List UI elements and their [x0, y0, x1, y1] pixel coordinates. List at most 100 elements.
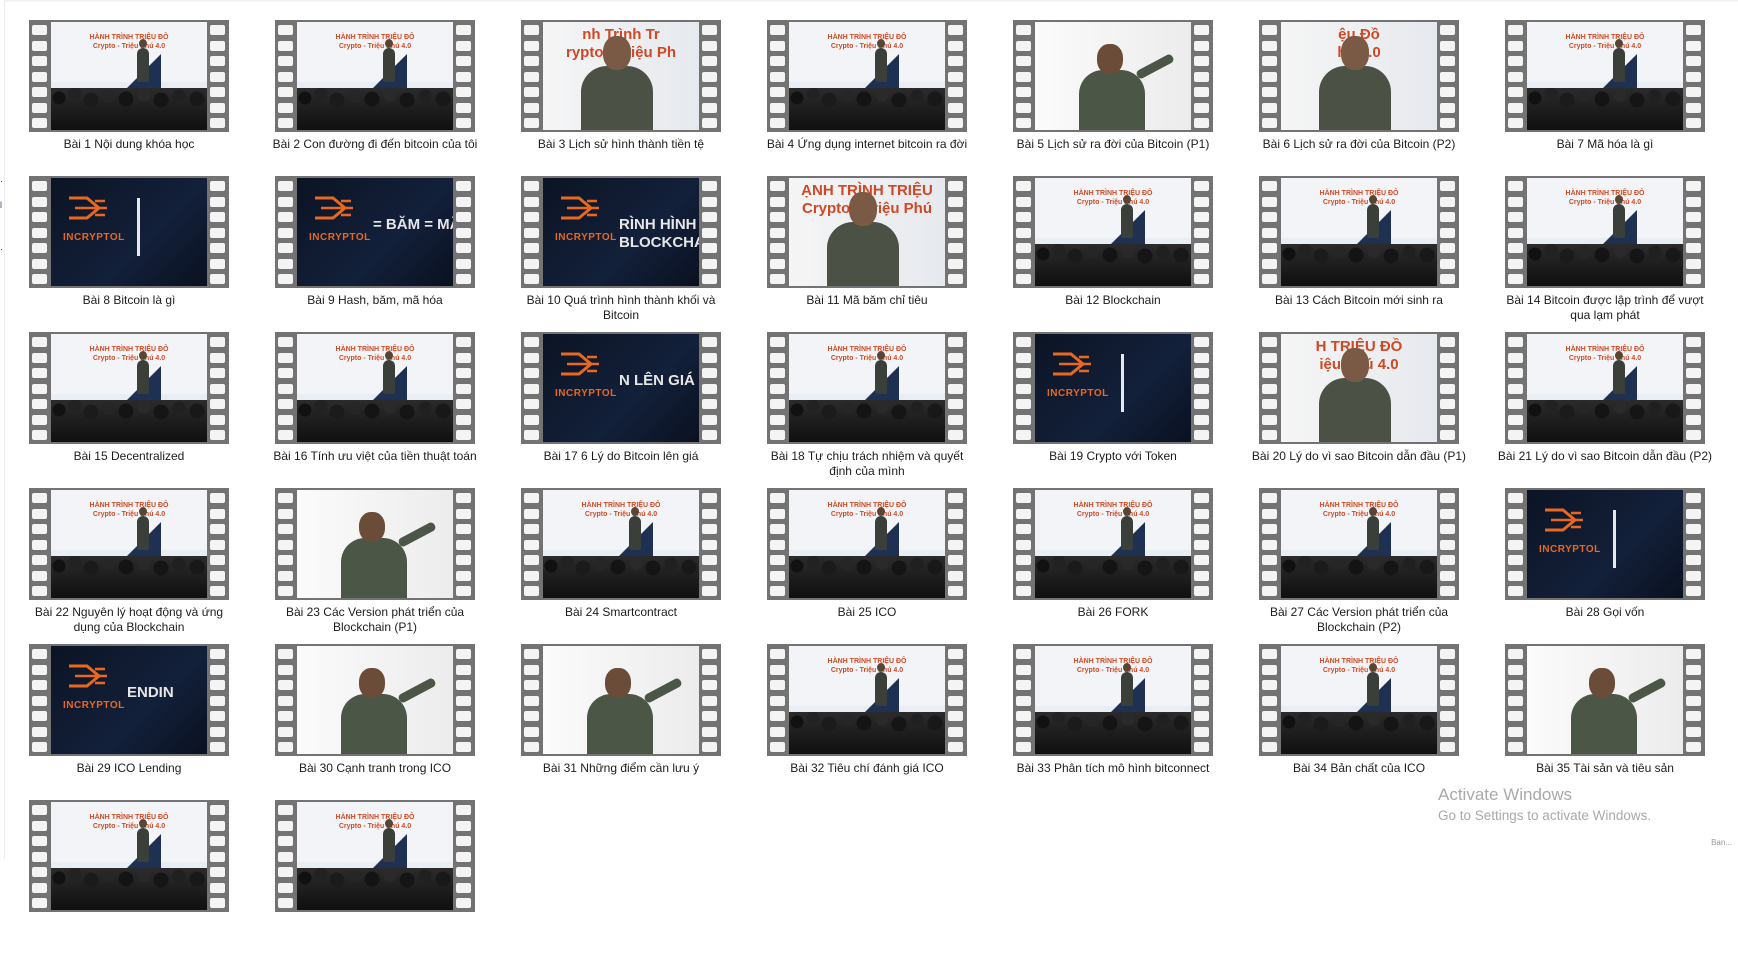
- video-thumbnail[interactable]: HÀNH TRÌNH TRIỆU ĐÔ Crypto - Triệu Phú 4.…: [275, 800, 475, 912]
- video-file-name[interactable]: Bài 21 Lý do vì sao Bitcoin dẫn đầu (P2): [1497, 449, 1713, 464]
- video-thumbnail[interactable]: HÀNH TRÌNH TRIỆU ĐÔ Crypto - Triệu Phú 4.…: [275, 20, 475, 132]
- video-file-name[interactable]: Bài 16 Tính ưu việt của tiền thuật toán: [267, 449, 483, 464]
- video-file-name[interactable]: Bài 3 Lịch sử hình thành tiền tệ: [513, 137, 729, 152]
- video-file-name[interactable]: Bài 17 6 Lý do Bitcoin lên giá: [513, 449, 729, 464]
- video-file-item[interactable]: HÀNH TRÌNH TRIỆU ĐÔ Crypto - Triệu Phú 4.…: [1259, 644, 1459, 800]
- video-file-item[interactable]: HÀNH TRÌNH TRIỆU ĐÔ Crypto - Triệu Phú 4.…: [273, 332, 477, 488]
- video-thumbnail[interactable]: HÀNH TRÌNH TRIỆU ĐÔ Crypto - Triệu Phú 4.…: [29, 800, 229, 912]
- video-file-name[interactable]: Bài 20 Lý do vì sao Bitcoin dẫn đầu (P1): [1251, 449, 1467, 464]
- video-thumbnail[interactable]: [275, 644, 475, 756]
- video-file-item[interactable]: INCRYPTOL N LÊN GIÁ Bài 17 6 Lý do Bitcoin…: [521, 332, 721, 488]
- video-file-item[interactable]: HÀNH TRÌNH TRIỆU ĐÔ Crypto - Triệu Phú 4.…: [29, 20, 229, 176]
- video-file-name[interactable]: Bài 4 Ứng dụng internet bitcoin ra đời: [759, 137, 975, 152]
- video-thumbnail[interactable]: HÀNH TRÌNH TRIỆU ĐÔ Crypto - Triệu Phú 4.…: [275, 332, 475, 444]
- video-file-item[interactable]: INCRYPTOL Bài 19 Crypto với Token: [1013, 332, 1213, 488]
- video-thumbnail[interactable]: HÀNH TRÌNH TRIỆU ĐÔ Crypto - Triệu Phú 4.…: [521, 488, 721, 600]
- video-file-name[interactable]: Bài 1 Nội dung khóa học: [21, 137, 237, 152]
- video-file-item[interactable]: H TRIỆU ĐỒ iệu Phú 4.0 Bài 20 Lý do vì sa…: [1252, 332, 1466, 488]
- video-file-item[interactable]: Bài 5 Lịch sử ra đời của Bitcoin (P1): [1013, 20, 1213, 176]
- video-thumbnail[interactable]: [1013, 20, 1213, 132]
- video-file-name[interactable]: Bài 35 Tài sản và tiêu sản: [1497, 761, 1713, 776]
- video-thumbnail[interactable]: HÀNH TRÌNH TRIỆU ĐÔ Crypto - Triệu Phú 4.…: [767, 488, 967, 600]
- video-file-name[interactable]: Bài 6 Lịch sử ra đời của Bitcoin (P2): [1251, 137, 1467, 152]
- video-thumbnail[interactable]: HÀNH TRÌNH TRIỆU ĐÔ Crypto - Triệu Phú 4.…: [1013, 488, 1213, 600]
- video-file-item[interactable]: nh Trình Tr rypto - Triệu PhBài 3 Lịch s…: [521, 20, 721, 176]
- video-thumbnail[interactable]: HÀNH TRÌNH TRIỆU ĐÔ Crypto - Triệu Phú 4.…: [767, 332, 967, 444]
- video-thumbnail[interactable]: HÀNH TRÌNH TRIỆU ĐÔ Crypto - Triệu Phú 4.…: [1259, 176, 1459, 288]
- video-file-item[interactable]: Bài 23 Các Version phát triển của Blockc…: [275, 488, 475, 644]
- video-thumbnail[interactable]: HÀNH TRÌNH TRIỆU ĐÔ Crypto - Triệu Phú 4.…: [767, 644, 967, 756]
- video-file-name[interactable]: Bài 23 Các Version phát triển của Blockc…: [267, 605, 483, 635]
- video-thumbnail[interactable]: HÀNH TRÌNH TRIỆU ĐÔ Crypto - Triệu Phú 4.…: [1013, 644, 1213, 756]
- video-thumbnail[interactable]: HÀNH TRÌNH TRIỆU ĐÔ Crypto - Triệu Phú 4.…: [1505, 332, 1705, 444]
- video-file-item[interactable]: INCRYPTOL ENDIN Bài 29 ICO Lending: [29, 644, 229, 800]
- video-file-item[interactable]: HÀNH TRÌNH TRIỆU ĐÔ Crypto - Triệu Phú 4.…: [1013, 488, 1213, 644]
- video-thumbnail[interactable]: ệu Đồ hú 4.0: [1259, 20, 1459, 132]
- video-thumbnail[interactable]: nh Trình Tr rypto - Triệu Ph: [521, 20, 721, 132]
- video-file-name[interactable]: Bài 29 ICO Lending: [21, 761, 237, 776]
- video-file-item[interactable]: Bài 31 Những điểm cần lưu ý: [521, 644, 721, 800]
- video-file-item[interactable]: HÀNH TRÌNH TRIỆU ĐÔ Crypto - Triệu Phú 4.…: [29, 332, 229, 488]
- video-file-item[interactable]: Bài 35 Tài sản và tiêu sản: [1505, 644, 1705, 800]
- video-thumbnail[interactable]: [275, 488, 475, 600]
- video-file-name[interactable]: Bài 28 Gọi vốn: [1497, 605, 1713, 620]
- video-file-item[interactable]: HÀNH TRÌNH TRIỆU ĐÔ Crypto - Triệu Phú 4.…: [1505, 20, 1705, 176]
- video-file-item[interactable]: HÀNH TRÌNH TRIỆU ĐÔ Crypto - Triệu Phú 4.…: [29, 800, 229, 956]
- video-thumbnail[interactable]: INCRYPTOL ENDIN: [29, 644, 229, 756]
- video-file-name[interactable]: Bài 14 Bitcoin được lập trình để vượt qu…: [1497, 293, 1713, 323]
- video-file-name[interactable]: Bài 25 ICO: [759, 605, 975, 620]
- video-thumbnail[interactable]: INCRYPTOL: [29, 176, 229, 288]
- video-thumbnail[interactable]: INCRYPTOLRÌNH HÌNH TH BLOCKCHAIN: [521, 176, 721, 288]
- video-file-name[interactable]: Bài 33 Phân tích mô hình bitconnect: [1005, 761, 1221, 776]
- video-thumbnail[interactable]: HÀNH TRÌNH TRIỆU ĐÔ Crypto - Triệu Phú 4.…: [1505, 176, 1705, 288]
- video-file-name[interactable]: Bài 7 Mã hóa là gì: [1497, 137, 1713, 152]
- video-thumbnail[interactable]: INCRYPTOL: [1013, 332, 1213, 444]
- video-file-item[interactable]: HÀNH TRÌNH TRIỆU ĐÔ Crypto - Triệu Phú 4.…: [1013, 644, 1213, 800]
- video-file-name[interactable]: Bài 26 FORK: [1005, 605, 1221, 620]
- video-thumbnail[interactable]: INCRYPTOL N LÊN GIÁ: [521, 332, 721, 444]
- video-file-name[interactable]: Bài 11 Mã băm chỉ tiêu: [759, 293, 975, 308]
- video-thumbnail[interactable]: HÀNH TRÌNH TRIỆU ĐÔ Crypto - Triệu Phú 4.…: [29, 332, 229, 444]
- video-file-item[interactable]: INCRYPTOL Bài 8 Bitcoin là gì: [29, 176, 229, 332]
- video-thumbnail[interactable]: INCRYPTOL: [1505, 488, 1705, 600]
- video-thumbnail[interactable]: HÀNH TRÌNH TRIỆU ĐÔ Crypto - Triệu Phú 4.…: [767, 20, 967, 132]
- video-file-name[interactable]: Bài 9 Hash, băm, mã hóa: [267, 293, 483, 308]
- video-file-name[interactable]: Bài 30 Cạnh tranh trong ICO: [267, 761, 483, 776]
- video-file-name[interactable]: Bài 12 Blockchain: [1005, 293, 1221, 308]
- video-file-name[interactable]: Bài 10 Quá trình hình thành khối và Bitc…: [513, 293, 729, 323]
- video-file-item[interactable]: ệu Đồ hú 4.0Bài 6 Lịch sử ra đời của Bit…: [1259, 20, 1459, 176]
- video-file-item[interactable]: HÀNH TRÌNH TRIỆU ĐÔ Crypto - Triệu Phú 4.…: [767, 332, 967, 488]
- video-thumbnail[interactable]: HÀNH TRÌNH TRIỆU ĐÔ Crypto - Triệu Phú 4.…: [29, 20, 229, 132]
- video-file-name[interactable]: Bài 2 Con đường đi đến bitcoin của tôi: [267, 137, 483, 152]
- video-file-name[interactable]: Bài 34 Bản chất của ICO: [1251, 761, 1467, 776]
- video-file-name[interactable]: Bài 5 Lịch sử ra đời của Bitcoin (P1): [1005, 137, 1221, 152]
- video-file-name[interactable]: Bài 22 Nguyên lý hoạt động và ứng dụng c…: [21, 605, 237, 635]
- video-file-item[interactable]: INCRYPTOL Bài 28 Gọi vốn: [1505, 488, 1705, 644]
- video-thumbnail[interactable]: [1505, 644, 1705, 756]
- video-thumbnail[interactable]: HÀNH TRÌNH TRIỆU ĐÔ Crypto - Triệu Phú 4.…: [1259, 644, 1459, 756]
- video-file-name[interactable]: Bài 13 Cách Bitcoin mới sinh ra: [1251, 293, 1467, 308]
- video-thumbnail[interactable]: HÀNH TRÌNH TRIỆU ĐÔ Crypto - Triệu Phú 4.…: [1013, 176, 1213, 288]
- video-file-name[interactable]: Bài 8 Bitcoin là gì: [21, 293, 237, 308]
- video-file-item[interactable]: HÀNH TRÌNH TRIỆU ĐÔ Crypto - Triệu Phú 4.…: [1259, 176, 1459, 332]
- video-file-item[interactable]: HÀNH TRÌNH TRIỆU ĐÔ Crypto - Triệu Phú 4.…: [767, 488, 967, 644]
- video-file-name[interactable]: Bài 19 Crypto với Token: [1005, 449, 1221, 464]
- video-file-item[interactable]: HÀNH TRÌNH TRIỆU ĐÔ Crypto - Triệu Phú 4.…: [1259, 488, 1459, 644]
- video-file-item[interactable]: HÀNH TRÌNH TRIỆU ĐÔ Crypto - Triệu Phú 4.…: [275, 800, 475, 956]
- video-thumbnail[interactable]: HÀNH TRÌNH TRIỆU ĐÔ Crypto - Triệu Phú 4.…: [29, 488, 229, 600]
- video-file-item[interactable]: HÀNH TRÌNH TRIỆU ĐÔ Crypto - Triệu Phú 4.…: [1498, 332, 1712, 488]
- video-file-item[interactable]: Bài 30 Cạnh tranh trong ICO: [275, 644, 475, 800]
- video-file-item[interactable]: HÀNH TRÌNH TRIỆU ĐÔ Crypto - Triệu Phú 4.…: [767, 20, 967, 176]
- video-thumbnail[interactable]: HÀNH TRÌNH TRIỆU ĐÔ Crypto - Triệu Phú 4.…: [1259, 488, 1459, 600]
- navigation-pane-edge[interactable]: · l ·: [0, 0, 5, 859]
- video-thumbnail[interactable]: [521, 644, 721, 756]
- video-file-item[interactable]: HÀNH TRÌNH TRIỆU ĐÔ Crypto - Triệu Phú 4.…: [767, 644, 967, 800]
- video-file-item[interactable]: HÀNH TRÌNH TRIỆU ĐÔ Crypto - Triệu Phú 4.…: [1505, 176, 1705, 332]
- video-file-item[interactable]: HÀNH TRÌNH TRIỆU ĐÔ Crypto - Triệu Phú 4.…: [29, 488, 229, 644]
- video-file-item[interactable]: HÀNH TRÌNH TRIỆU ĐÔ Crypto - Triệu Phú 4.…: [521, 488, 721, 644]
- video-file-item[interactable]: HÀNH TRÌNH TRIỆU ĐÔ Crypto - Triệu Phú 4.…: [273, 20, 477, 176]
- video-file-item[interactable]: ẠNH TRÌNH TRIỆU Crypto - Triệu PhúBài 11…: [767, 176, 967, 332]
- video-file-name[interactable]: Bài 32 Tiêu chí đánh giá ICO: [759, 761, 975, 776]
- video-file-name[interactable]: Bài 27 Các Version phát triển của Blockc…: [1251, 605, 1467, 635]
- video-thumbnail[interactable]: ẠNH TRÌNH TRIỆU Crypto - Triệu Phú: [767, 176, 967, 288]
